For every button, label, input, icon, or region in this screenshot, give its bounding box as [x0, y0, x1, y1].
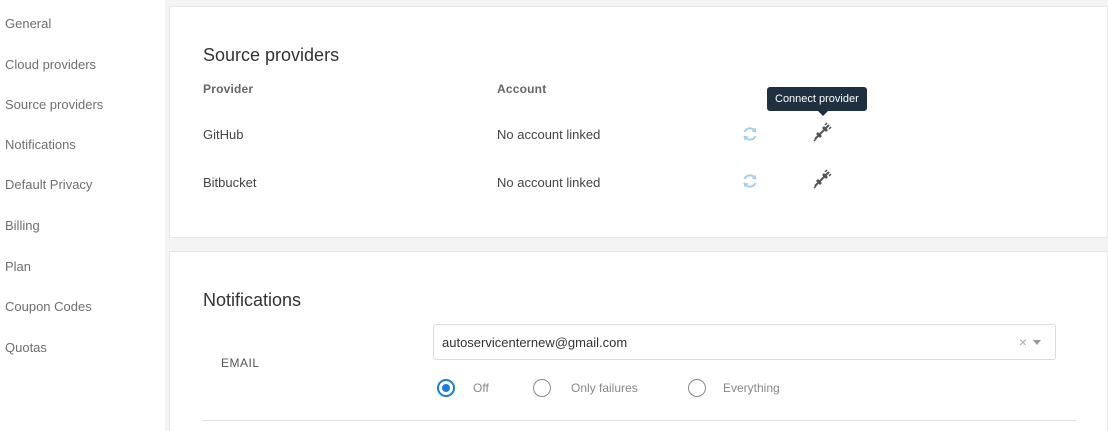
account-status-bitbucket: No account linked: [497, 175, 601, 190]
provider-name-bitbucket: Bitbucket: [203, 175, 257, 190]
tooltip-arrow: [818, 111, 828, 116]
source-providers-title: Source providers: [203, 45, 340, 65]
column-header-provider: Provider: [203, 82, 254, 96]
radio-everything[interactable]: [688, 379, 706, 397]
source-providers-card: [169, 6, 1108, 238]
notifications-title: Notifications: [203, 290, 302, 310]
unplugged-icon[interactable]: [812, 169, 832, 189]
sidebar-item-default-privacy[interactable]: Default Privacy: [5, 177, 92, 192]
clear-icon[interactable]: ×: [1019, 334, 1027, 350]
radio-label-off: Off: [473, 381, 489, 395]
column-header-account: Account: [497, 82, 547, 96]
sidebar-item-quotas[interactable]: Quotas: [5, 340, 47, 355]
radio-off[interactable]: [437, 379, 455, 397]
sidebar-item-cloud-providers[interactable]: Cloud providers: [5, 57, 96, 72]
sync-icon[interactable]: [740, 124, 760, 144]
chevron-down-icon[interactable]: [1033, 340, 1041, 345]
connect-provider-tooltip: Connect provider: [767, 87, 867, 111]
radio-label-only-failures: Only failures: [571, 381, 638, 395]
email-label: EMAIL: [221, 356, 260, 370]
unplugged-icon[interactable]: [812, 122, 832, 142]
sidebar-item-source-providers[interactable]: Source providers: [5, 97, 103, 112]
sidebar-item-coupon-codes[interactable]: Coupon Codes: [5, 299, 92, 314]
settings-sidebar: General Cloud providers Source providers…: [0, 0, 165, 431]
account-status-github: No account linked: [497, 127, 601, 142]
sync-icon[interactable]: [740, 171, 760, 191]
sidebar-item-general[interactable]: General: [5, 16, 51, 31]
sidebar-item-plan[interactable]: Plan: [5, 259, 31, 274]
email-select-value: autoservicenternew@gmail.com: [442, 335, 628, 350]
section-divider: [202, 420, 1076, 421]
sidebar-item-notifications[interactable]: Notifications: [5, 137, 76, 152]
radio-label-everything: Everything: [723, 381, 780, 395]
radio-only-failures[interactable]: [533, 379, 551, 397]
provider-name-github: GitHub: [203, 127, 244, 142]
sidebar-item-billing[interactable]: Billing: [5, 218, 40, 233]
email-select[interactable]: autoservicenternew@gmail.com ×: [433, 324, 1056, 360]
